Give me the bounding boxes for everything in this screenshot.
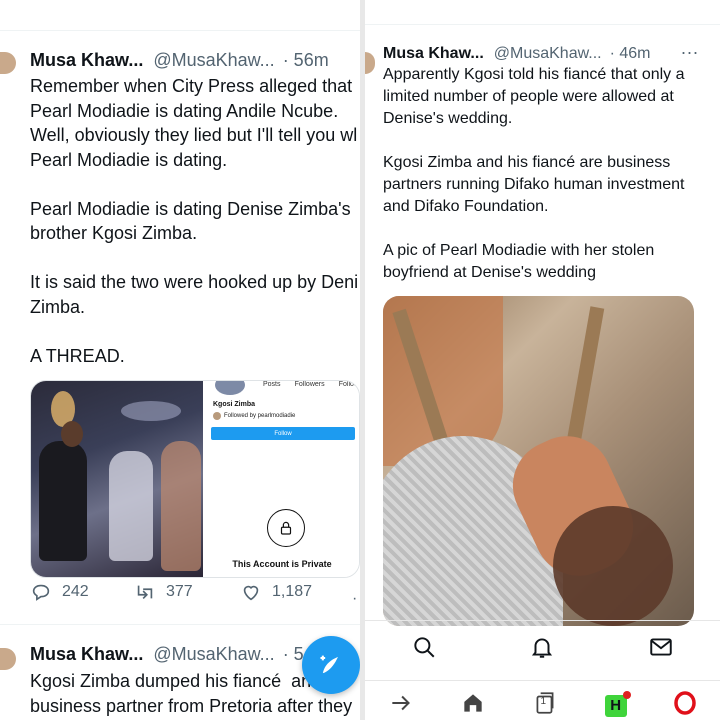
search-icon[interactable]	[411, 634, 437, 665]
retweet-action[interactable]: 42	[481, 0, 531, 1]
author-name[interactable]: Musa Khaw...	[383, 45, 484, 63]
tweet-time: · 56m	[282, 50, 329, 70]
retweet-icon	[137, 585, 153, 600]
opera-icon[interactable]	[673, 691, 697, 720]
tweet-header: Musa Khaw... @MusaKhaw... · 5	[30, 644, 304, 665]
followed-by: Followed by pearlmodiadie	[213, 412, 295, 420]
compose-icon	[320, 655, 338, 674]
author-handle: @MusaKhaw...	[493, 45, 602, 62]
reply-action[interactable]: 242	[30, 581, 89, 603]
browser-bar: 1 H	[365, 690, 720, 720]
photo-party	[31, 381, 203, 577]
separator	[0, 30, 360, 31]
retweet-icon	[131, 0, 153, 1]
share-icon[interactable]: ·	[352, 590, 357, 608]
author-handle: @MusaKhaw...	[153, 644, 275, 664]
heart-icon	[234, 0, 256, 1]
heart-icon	[243, 585, 259, 601]
tweet-text: Apparently Kgosi told his fiancé that on…	[383, 66, 685, 281]
mail-icon[interactable]	[648, 634, 674, 665]
tweet-time: · 46m	[609, 45, 651, 62]
followed-by-text: Followed by pearlmodiadie	[224, 413, 296, 419]
profile-tabs: Posts Followers Follow	[263, 381, 359, 388]
retweet-action[interactable]: 377	[134, 581, 193, 603]
profile-screenshot: Posts Followers Follow Kgosi Zimba Follo…	[205, 381, 359, 577]
notification-dot	[622, 690, 631, 699]
reply-icon	[383, 0, 405, 1]
left-screenshot: 24 Musa Khaw... @MusaKhaw... · 56m Remem…	[0, 0, 360, 720]
separator	[365, 680, 720, 681]
tweet-time: · 5	[282, 644, 304, 664]
heart-icon	[579, 0, 601, 1]
home-icon[interactable]	[460, 690, 486, 720]
reply-icon	[28, 0, 50, 1]
compose-button[interactable]	[302, 636, 360, 694]
tweet-media[interactable]: Posts Followers Follow Kgosi Zimba Follo…	[30, 380, 360, 578]
tab-count: 1	[540, 696, 547, 707]
retweet-count: 377	[166, 583, 193, 600]
tabs-icon[interactable]: 1	[532, 690, 558, 720]
right-screenshot: 26 42 215 Musa Khaw... @MusaKhaw... · 46…	[365, 0, 720, 720]
reply-icon	[32, 584, 50, 601]
share-icon[interactable]	[685, 0, 705, 3]
tab-followers: Followers	[294, 381, 325, 388]
like-action[interactable]: 1,187	[240, 581, 312, 603]
h-app-icon[interactable]: H	[604, 690, 631, 717]
author-handle: @MusaKhaw...	[153, 50, 275, 70]
avatar[interactable]	[365, 52, 375, 74]
like-action[interactable]: 24	[234, 0, 284, 1]
separator	[365, 24, 720, 25]
like-action[interactable]: 215	[579, 0, 638, 1]
separator	[365, 620, 720, 621]
like-count: 1,187	[272, 583, 313, 600]
bell-icon[interactable]	[529, 634, 555, 665]
retweet-icon	[481, 0, 503, 1]
mutual-avatar	[213, 412, 221, 420]
avatar[interactable]	[0, 648, 16, 670]
reply-action[interactable]	[28, 0, 50, 1]
reply-action[interactable]: 26	[383, 0, 433, 1]
private-notice: This Account is Private	[232, 559, 332, 569]
lock-icon	[267, 509, 305, 547]
reply-count: 242	[62, 583, 89, 600]
follow-button[interactable]: Follow	[211, 427, 355, 440]
tab-posts: Posts	[263, 381, 281, 388]
tweet-text: Remember when City Press alleged that Pe…	[30, 76, 359, 366]
forward-arrow-icon[interactable]	[388, 690, 414, 720]
tweet-media[interactable]	[383, 296, 694, 626]
separator	[0, 624, 360, 625]
tab-following: Follow	[338, 381, 359, 388]
retweet-action[interactable]	[131, 0, 163, 1]
tweet-header: Musa Khaw... @MusaKhaw... · 56m	[30, 50, 329, 71]
author-name[interactable]: Musa Khaw...	[30, 644, 143, 665]
tweet-header: Musa Khaw... @MusaKhaw... · 46m ···	[383, 42, 699, 63]
profile-name: Kgosi Zimba	[213, 401, 256, 408]
bottom-nav	[365, 634, 720, 665]
more-options-icon[interactable]: ···	[681, 42, 699, 63]
profile-avatar	[215, 381, 245, 395]
avatar[interactable]	[0, 52, 16, 74]
author-name[interactable]: Musa Khaw...	[30, 50, 143, 71]
